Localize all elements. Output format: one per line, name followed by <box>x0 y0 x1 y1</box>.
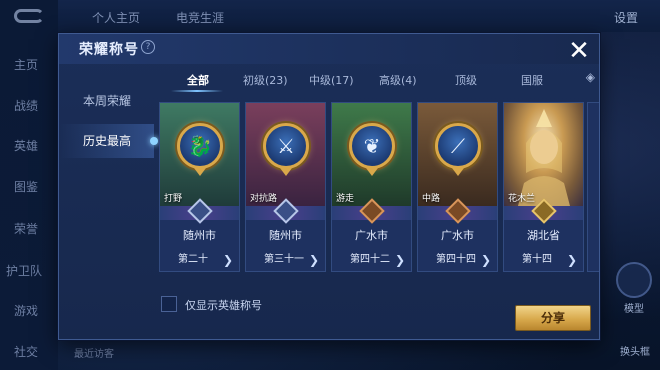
tab-intermediate[interactable]: 中级(17) <box>309 72 354 88</box>
bg-nav-item: 荣誉 <box>14 222 39 236</box>
active-tab-underline <box>171 90 223 92</box>
card-rank[interactable]: 第四十二 ❯ <box>332 250 411 270</box>
chevron-right-icon: ❯ <box>394 253 405 267</box>
card-rank[interactable]: 第四十四 ❯ <box>418 250 497 270</box>
bg-top-tab: 个人主页 <box>92 11 141 25</box>
bg-model-icon <box>616 262 652 298</box>
dialog-title: 荣耀称号 <box>79 42 139 58</box>
more-tabs-icon[interactable]: ◈ <box>586 70 595 84</box>
staff-icon: ⟋ <box>435 123 481 169</box>
card-region: 广水市 <box>355 229 388 242</box>
dragon-icon: 🐉 <box>177 123 223 169</box>
card-rank-label: 第四十二 <box>350 254 390 265</box>
tab-junior[interactable]: 初级(23) <box>243 72 288 88</box>
bg-model-label: 模型 <box>624 304 644 315</box>
side-nav-label: 本周荣耀 <box>83 94 132 108</box>
tab-all[interactable]: 全部 <box>187 72 209 88</box>
help-icon[interactable]: ? <box>141 40 155 54</box>
title-card[interactable]: ❦ 游走 广水市 第四十二 ❯ <box>331 102 412 272</box>
card-role: 花木兰 <box>508 194 536 204</box>
card-role: 中路 <box>422 194 441 204</box>
card-region: 随州市 <box>183 229 216 242</box>
hero-title-only-label: 仅显示英雄称号 <box>185 299 262 312</box>
bg-nav-item: 社交 <box>14 345 39 359</box>
card-region: 广水市 <box>441 229 474 242</box>
tab-senior[interactable]: 高级(4) <box>379 72 417 88</box>
card-region: 湖北省 <box>527 229 560 242</box>
card-rank[interactable]: 第三十一 ❯ <box>246 250 325 270</box>
share-button[interactable]: 分享 <box>515 305 591 331</box>
bg-frame-label: 换头框 <box>620 347 650 358</box>
bg-nav-item: 图鉴 <box>14 180 39 194</box>
chevron-right-icon: ❯ <box>480 253 491 267</box>
bg-top-tab: 电竞生涯 <box>176 11 225 25</box>
title-card-partial[interactable] <box>587 102 599 272</box>
bg-nav-item: 游戏 <box>14 304 39 318</box>
side-nav-item-weekly[interactable]: 本周荣耀 <box>59 84 154 118</box>
title-card[interactable]: ⚔ 对抗路 随州市 第三十一 ❯ <box>245 102 326 272</box>
hero-title-only-checkbox[interactable] <box>161 296 177 312</box>
bg-nav-item: 英雄 <box>14 139 39 153</box>
title-card[interactable]: 🐉 打野 随州市 第二十 ❯ <box>159 102 240 272</box>
tab-bar: 全部 初级(23) 中级(17) 高级(4) 顶级 国服 ◈ <box>159 70 595 94</box>
side-nav-item-history-best[interactable]: 历史最高 <box>59 124 158 158</box>
bg-recent-visitors: 最近访客 <box>74 349 114 360</box>
tab-national[interactable]: 国服 <box>521 72 543 88</box>
title-cards-list: 🐉 打野 随州市 第二十 ❯ ⚔ 对抗路 随州市 第三十一 ❯ ❦ 游走 广水市… <box>159 102 599 272</box>
dialog-header: 荣耀称号 ? <box>59 34 599 64</box>
card-rank-label: 第三十一 <box>264 254 304 265</box>
active-indicator-icon <box>150 137 158 145</box>
honor-title-dialog: 荣耀称号 ? ✕ 本周荣耀 历史最高 全部 初级(23) 中级(17) 高级(4… <box>58 33 600 340</box>
close-button[interactable]: ✕ <box>565 38 593 66</box>
card-rank-label: 第二十 <box>178 254 208 265</box>
card-rank[interactable]: 第二十 ❯ <box>160 250 239 270</box>
card-role: 打野 <box>164 194 183 204</box>
card-rank-label: 第四十四 <box>436 254 476 265</box>
card-rank[interactable]: 第十四 ❯ <box>504 250 583 270</box>
title-card[interactable]: 花木兰 湖北省 第十四 ❯ <box>503 102 584 272</box>
chevron-right-icon: ❯ <box>308 253 319 267</box>
card-rank-label: 第十四 <box>522 254 552 265</box>
chevron-right-icon: ❯ <box>566 253 577 267</box>
background-top-bar: 个人主页 电竞生涯 设置 <box>58 0 660 32</box>
card-region: 随州市 <box>269 229 302 242</box>
bg-nav-item: 主页 <box>14 58 39 72</box>
title-card[interactable]: ⟋ 中路 广水市 第四十四 ❯ <box>417 102 498 272</box>
side-nav-label: 历史最高 <box>83 134 132 148</box>
bg-nav-item: 护卫队 <box>6 264 43 278</box>
card-role: 游走 <box>336 194 355 204</box>
swords-icon: ⚔ <box>263 123 309 169</box>
bg-nav-item: 战绩 <box>14 99 39 113</box>
bg-settings-label: 设置 <box>613 11 638 25</box>
tab-top[interactable]: 顶级 <box>455 72 477 88</box>
chevron-right-icon: ❯ <box>222 253 233 267</box>
back-icon <box>14 9 44 23</box>
card-role: 对抗路 <box>250 194 278 204</box>
background-left-nav: 主页 战绩 英雄 图鉴 荣誉 护卫队 游戏 社交 <box>0 0 58 370</box>
wings-icon: ❦ <box>349 123 395 169</box>
